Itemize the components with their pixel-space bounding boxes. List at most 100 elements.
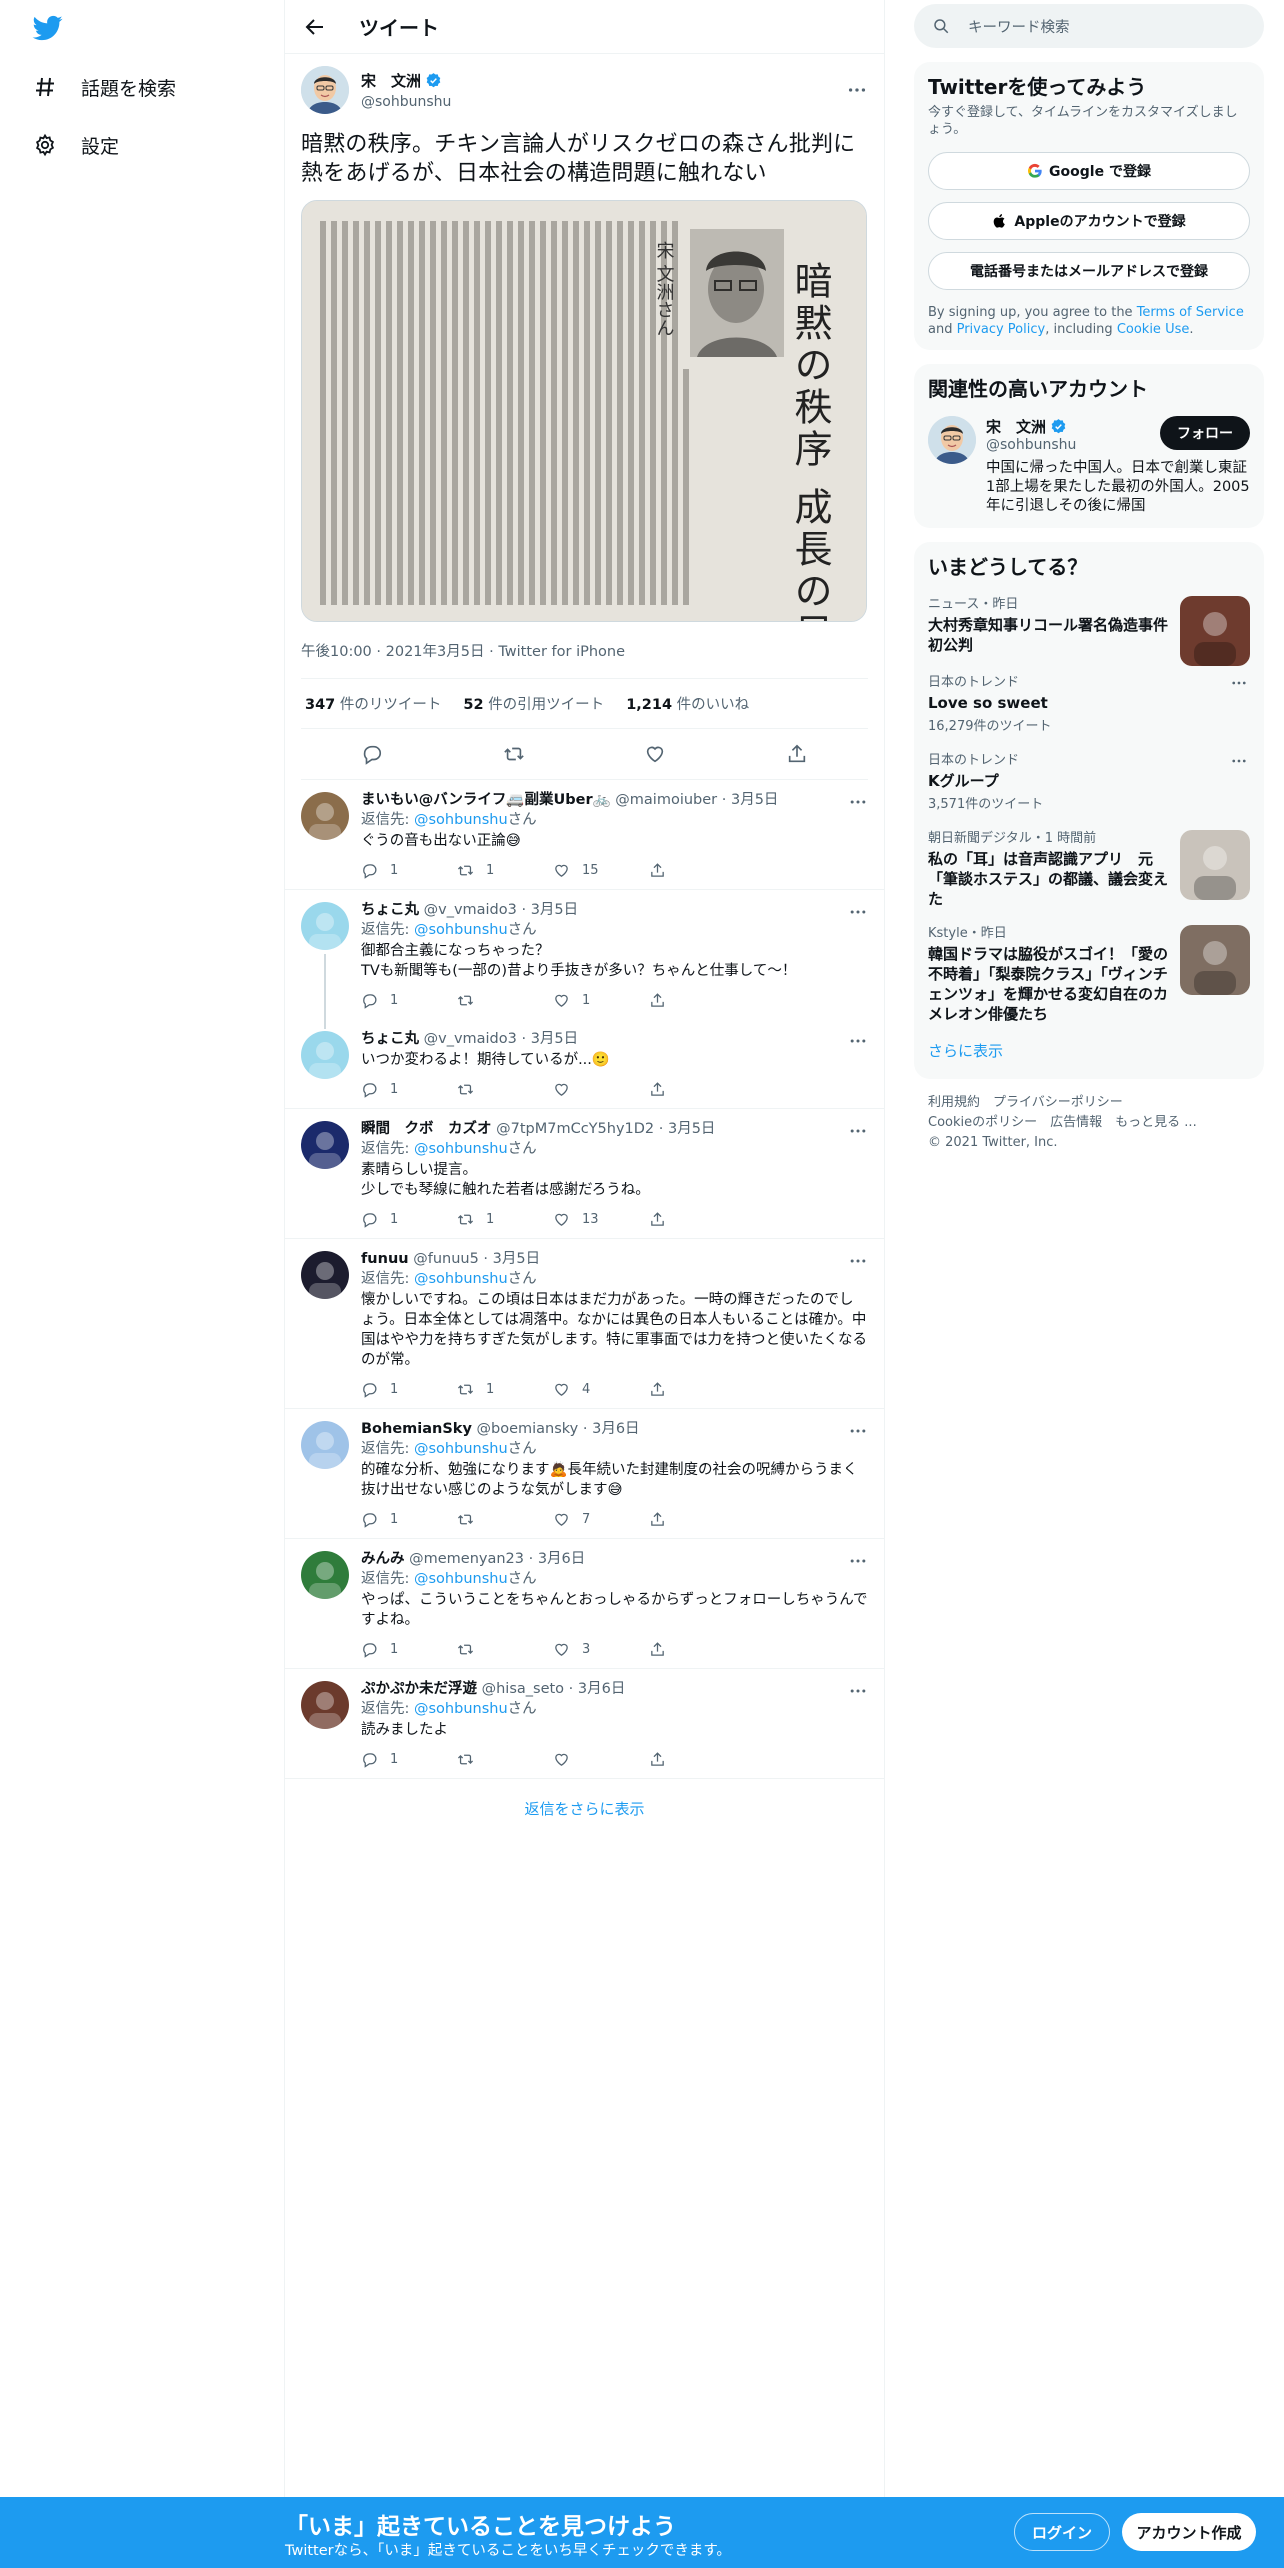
reply-avatar[interactable] — [301, 1681, 349, 1729]
reply-to-handle-link[interactable]: @sohbunshu — [414, 1271, 508, 1287]
phone-email-signup-button[interactable]: 電話番号またはメールアドレスで登録 — [928, 252, 1250, 290]
reply-date[interactable]: 3月5日 — [668, 1121, 715, 1137]
reply-tweet[interactable]: みんみ @memenyan23 · 3月6日 返信先: @sohbunshuさんや… — [285, 1539, 884, 1669]
tweet-image[interactable]: 暗黙の秩序 成長の足かせ 宋 文洲さん — [301, 200, 867, 622]
more-options-icon[interactable] — [848, 792, 868, 812]
trend-item[interactable]: ニュース・昨日 大村秀章知事リコール署名偽造事件 初公判 — [928, 596, 1250, 666]
reply-tweet[interactable]: ちょこ丸 @v_vmaido3 · 3月5日 返信先: @sohbunshuさん御… — [285, 890, 884, 1029]
reply-like-button[interactable]: 1 — [553, 992, 649, 1009]
reply-date[interactable]: 3月6日 — [578, 1681, 625, 1697]
reply-avatar[interactable] — [301, 1551, 349, 1599]
reply-author-handle[interactable]: @v_vmaido3 — [424, 902, 517, 918]
reply-like-button[interactable]: 4 — [553, 1381, 649, 1398]
reply-retweet-button[interactable]: 1 — [457, 1381, 553, 1398]
trend-item[interactable]: Kstyle ・昨日 韓国ドラマは脇役がスゴイ！「愛の不時着」「梨泰院クラス」「ヴィ… — [928, 925, 1250, 1024]
tweet-date[interactable]: 2021年3月5日 — [386, 644, 485, 660]
trend-item[interactable]: 朝日新聞デジタル ・1 時間前 私の「耳」は音声認識アプリ 元「筆談ホステス」の都議… — [928, 830, 1250, 909]
footer-more-link[interactable]: もっと見る ... — [1115, 1115, 1197, 1130]
terms-of-service-link[interactable]: Terms of Service — [1137, 305, 1244, 320]
footer-privacy-link[interactable]: プライバシーポリシー — [993, 1095, 1123, 1110]
more-options-icon[interactable] — [848, 1251, 868, 1271]
reply-share-button[interactable] — [649, 1511, 745, 1528]
reply-like-button[interactable]: 13 — [553, 1211, 649, 1228]
reply-retweet-button[interactable] — [457, 1081, 553, 1098]
reply-to-handle-link[interactable]: @sohbunshu — [414, 1701, 508, 1717]
tweet-time[interactable]: 午後10:00 — [301, 644, 372, 660]
reply-tweet[interactable]: BohemianSky @boemiansky · 3月6日 返信先: @sohb… — [285, 1409, 884, 1539]
more-options-icon[interactable] — [1230, 674, 1248, 692]
reply-share-button[interactable] — [649, 992, 745, 1009]
author-name[interactable]: 宋 文洲 — [361, 70, 421, 91]
search-box[interactable]: キーワード検索 — [914, 4, 1264, 48]
reply-share-button[interactable] — [649, 1641, 745, 1658]
reply-tweet[interactable]: funuu @funuu5 · 3月5日 返信先: @sohbunshuさん 懐かし… — [285, 1239, 884, 1409]
reply-author-handle[interactable]: @maimoiuber — [615, 792, 717, 808]
reply-author-name[interactable]: ぷかぷか未だ浮遊 — [361, 1681, 477, 1697]
google-signup-button[interactable]: Google で登録 — [928, 152, 1250, 190]
reply-like-button[interactable]: 3 — [553, 1641, 649, 1658]
twitter-logo-icon[interactable] — [31, 13, 65, 43]
reply-author-name[interactable]: みんみ — [361, 1551, 405, 1567]
reply-retweet-button[interactable]: 1 — [457, 1211, 553, 1228]
reply-like-button[interactable]: 15 — [553, 862, 649, 879]
trends-show-more-link[interactable]: さらに表示 — [928, 1040, 1250, 1061]
more-options-icon[interactable] — [848, 1031, 868, 1051]
nav-settings[interactable]: 設定 — [33, 123, 119, 167]
reply-date[interactable]: 3月5日 — [731, 792, 778, 808]
more-options-icon[interactable] — [848, 1421, 868, 1441]
reply-author-name[interactable]: funuu — [361, 1251, 409, 1267]
reply-to-handle-link[interactable]: @sohbunshu — [414, 1441, 508, 1457]
nav-explore[interactable]: 話題を検索 — [33, 65, 176, 109]
reply-share-button[interactable] — [649, 1381, 745, 1398]
reply-avatar[interactable] — [301, 1421, 349, 1469]
reply-author-name[interactable]: ちょこ丸 — [361, 902, 419, 918]
quote-count[interactable]: 52 件の引用ツイート — [463, 693, 604, 714]
reply-to-handle-link[interactable]: @sohbunshu — [414, 1141, 508, 1157]
reply-share-button[interactable] — [649, 1211, 745, 1228]
privacy-policy-link[interactable]: Privacy Policy — [957, 322, 1046, 337]
reply-date[interactable]: 3月6日 — [592, 1421, 639, 1437]
reply-like-button[interactable]: 7 — [553, 1511, 649, 1528]
author-handle[interactable]: @sohbunshu — [361, 94, 846, 110]
reply-date[interactable]: 3月6日 — [538, 1551, 585, 1567]
reply-retweet-button[interactable] — [457, 992, 553, 1009]
reply-reply-button[interactable]: 1 — [361, 1081, 457, 1098]
back-arrow-icon[interactable] — [303, 15, 327, 39]
reply-retweet-button[interactable] — [457, 1641, 553, 1658]
reply-avatar[interactable] — [301, 1251, 349, 1299]
reply-tweet[interactable]: まいもい@バンライフ🚐副業Uber🚲 @maimoiuber · 3月5日 返信先… — [285, 780, 884, 890]
reply-author-name[interactable]: ちょこ丸 — [361, 1031, 419, 1047]
reply-to-handle-link[interactable]: @sohbunshu — [414, 922, 508, 938]
reply-retweet-button[interactable] — [457, 1511, 553, 1528]
reply-author-handle[interactable]: @funuu5 — [413, 1251, 479, 1267]
reply-date[interactable]: 3月5日 — [531, 902, 578, 918]
reply-author-name[interactable]: BohemianSky — [361, 1421, 472, 1437]
author-avatar[interactable] — [301, 66, 349, 114]
footer-terms-link[interactable]: 利用規約 — [928, 1095, 980, 1110]
reply-share-button[interactable] — [649, 1751, 745, 1768]
reply-author-handle[interactable]: @7tpM7mCcY5hy1D2 — [496, 1121, 654, 1137]
reply-like-button[interactable] — [553, 1751, 649, 1768]
create-account-button[interactable]: アカウント作成 — [1122, 2513, 1256, 2551]
reply-reply-button[interactable]: 1 — [361, 1511, 457, 1528]
like-icon[interactable] — [644, 743, 666, 765]
reply-author-handle[interactable]: @v_vmaido3 — [424, 1031, 517, 1047]
more-options-icon[interactable] — [848, 902, 868, 922]
more-options-icon[interactable] — [848, 1121, 868, 1141]
reply-reply-button[interactable]: 1 — [361, 1751, 457, 1768]
login-button[interactable]: ログイン — [1014, 2513, 1110, 2551]
reply-reply-button[interactable]: 1 — [361, 862, 457, 879]
trend-item[interactable]: 日本のトレンド Kグループ 3,571件のツイート — [928, 752, 1250, 814]
reply-reply-button[interactable]: 1 — [361, 1641, 457, 1658]
reply-to-handle-link[interactable]: @sohbunshu — [414, 1571, 508, 1587]
reply-tweet[interactable]: 瞬間 クボ カズオ @7tpM7mCcY5hy1D2 · 3月5日 返信先: @s… — [285, 1109, 884, 1239]
reply-retweet-button[interactable]: 1 — [457, 862, 553, 879]
reply-avatar[interactable] — [301, 1031, 349, 1079]
reply-share-button[interactable] — [649, 1081, 745, 1098]
reply-reply-button[interactable]: 1 — [361, 1381, 457, 1398]
reply-reply-button[interactable]: 1 — [361, 1211, 457, 1228]
more-options-icon[interactable] — [846, 79, 868, 101]
reply-author-name[interactable]: まいもい@バンライフ🚐副業Uber🚲 — [361, 792, 611, 808]
reply-avatar[interactable] — [301, 1121, 349, 1169]
reply-icon[interactable] — [361, 743, 383, 765]
